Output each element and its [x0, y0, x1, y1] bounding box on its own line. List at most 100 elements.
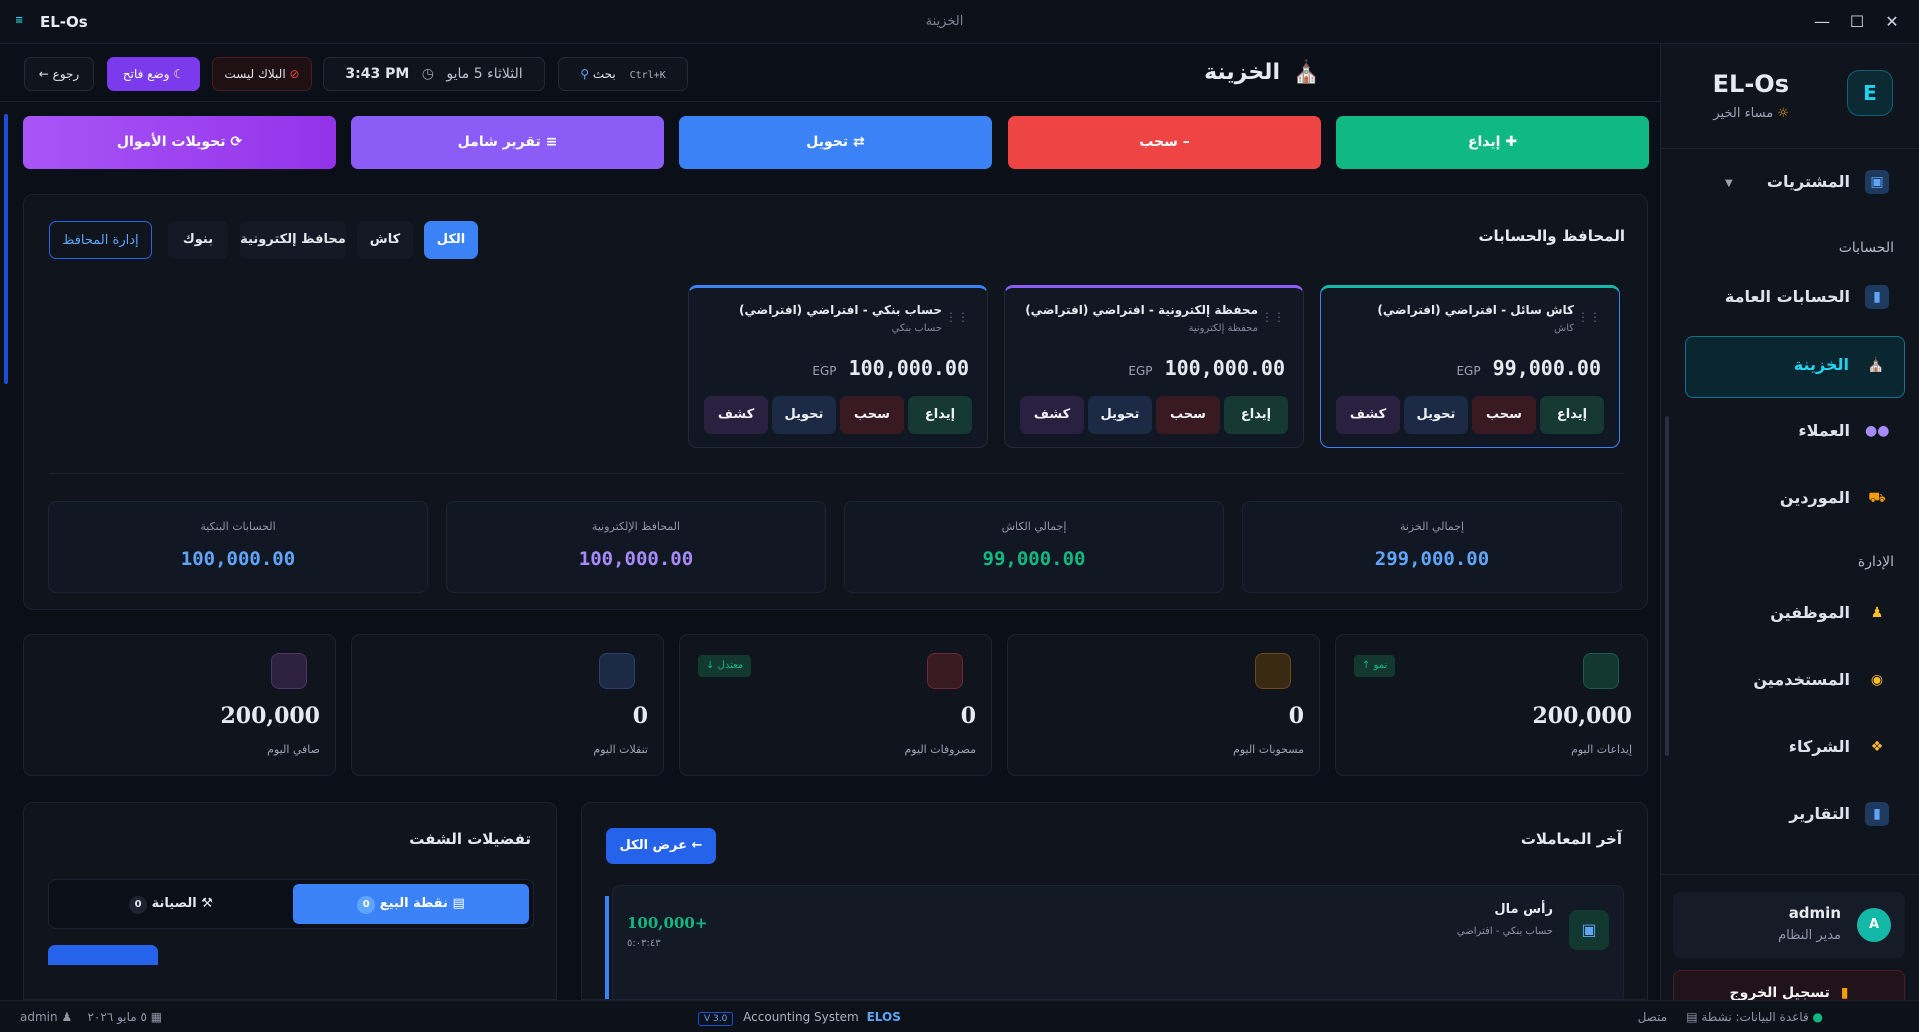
wallets-title: المحافظ والحسابات: [1478, 227, 1625, 245]
window-title: الخزينة: [925, 14, 964, 29]
filter-cash[interactable]: كاش: [357, 221, 413, 259]
wallet-transfer-button[interactable]: تحويل: [1404, 396, 1468, 434]
sidebar-item-reports[interactable]: التقارير ▮: [1685, 786, 1905, 848]
minimize-icon[interactable]: —: [1810, 11, 1834, 33]
light-mode-button[interactable]: وضع فاتح ☾: [107, 57, 200, 91]
system-info: V 3.0 Accounting System ELOS: [698, 1010, 1018, 1026]
sidebar-item-treasury[interactable]: الخزينة ⛪: [1685, 336, 1905, 398]
user-card[interactable]: admin مدير النظام A: [1673, 892, 1905, 958]
sidebar-item-users[interactable]: المستخدمين ◉: [1685, 652, 1905, 714]
user-name: admin: [1788, 904, 1841, 922]
wallet-statement-button[interactable]: كشف: [1336, 396, 1400, 434]
wallet-balance: EGP 100,000.00: [1128, 356, 1285, 380]
topbar: الخزينة ⛪ ⚲ بحث Ctrl+K 3:43 PM ◷ الثلاثا…: [0, 44, 1660, 102]
manage-wallets-button[interactable]: إدارة المحافظ: [49, 221, 152, 259]
wallet-deposit-button[interactable]: إيداع: [1540, 396, 1604, 434]
full-report-button[interactable]: تقرير شامل ≡: [351, 116, 664, 169]
wallet-withdraw-button[interactable]: سحب: [840, 396, 904, 434]
view-all-button[interactable]: عرض الكل ←: [606, 828, 716, 864]
clock-icon: ◷: [421, 66, 434, 82]
stat-card-net: 200,000 صافي اليوم: [23, 634, 336, 776]
door-icon: ▮: [1840, 985, 1849, 1001]
sidebar-item-suppliers[interactable]: الموردين ⛟: [1685, 470, 1905, 532]
filter-banks[interactable]: بنوك: [168, 221, 228, 259]
wrench-icon: ⚒: [201, 896, 213, 911]
transaction-title: رأس مال: [1494, 902, 1553, 917]
shift-tabs: 0 نقطة البيع ▤ 0 الصيانة ⚒: [48, 879, 534, 929]
sidebar-item-purchases[interactable]: ▼ المشتريات ▣: [1685, 154, 1905, 216]
user-role: مدير النظام: [1778, 928, 1841, 943]
arrow-left-icon: ←: [691, 838, 703, 853]
wallet-withdraw-button[interactable]: سحب: [1156, 396, 1220, 434]
transfer-button[interactable]: تحويل ⇄: [679, 116, 992, 169]
section-admin: الإدارة: [1857, 554, 1894, 570]
users-icon: ●●: [1865, 423, 1890, 439]
wallet-deposit-button[interactable]: إيداع: [908, 396, 972, 434]
filter-e-wallets[interactable]: محافظ إلكترونية: [240, 221, 346, 259]
divider: [1661, 874, 1919, 875]
truck-icon: ⛟: [1868, 490, 1886, 506]
deposit-icon: [1583, 653, 1619, 689]
handshake-icon: ❖: [1870, 739, 1884, 755]
search-button[interactable]: ⚲ بحث Ctrl+K: [558, 57, 688, 91]
transaction-item[interactable]: ▣ رأس مال حساب بنكي - افتراضي 100,000+ ٥…: [605, 885, 1624, 999]
expense-icon: [927, 653, 963, 689]
wallet-transfer-button[interactable]: تحويل: [772, 396, 836, 434]
app-logo: E: [1847, 70, 1893, 116]
box-icon: ▣: [1569, 910, 1609, 950]
divider: [1661, 148, 1919, 149]
shift-preferences-panel: تفضيلات الشفت 0 نقطة البيع ▤ 0 الصيانة ⚒: [23, 802, 557, 1000]
total-cash: إجمالي الكاش 99,000.00: [844, 501, 1224, 593]
drag-handle-icon[interactable]: ⋮⋮: [1577, 310, 1601, 324]
section-accounts: الحسابات: [1838, 240, 1894, 256]
wallet-card[interactable]: ⋮⋮ كاش سائل - افتراضي (افتراضي) كاش EGP …: [1320, 285, 1620, 448]
shift-action-button[interactable]: [48, 945, 158, 965]
employee-icon: ♟: [1870, 605, 1884, 621]
date-time-display: 3:43 PM ◷ الثلاثاء 5 مايو: [323, 57, 545, 91]
transaction-accent: [605, 896, 609, 999]
main-scrollbar[interactable]: [4, 114, 8, 384]
status-indicators: قاعدة البيانات: نشطة ▤ متصل ●: [1637, 1010, 1823, 1024]
sidebar-item-employees[interactable]: الموظفين ♟: [1685, 585, 1905, 647]
close-icon[interactable]: ✕: [1880, 11, 1904, 33]
wallets-section: المحافظ والحسابات الكل كاش محافظ إلكترون…: [23, 194, 1648, 610]
withdraw-button[interactable]: سحب –: [1008, 116, 1321, 169]
withdraw-icon: [1255, 653, 1291, 689]
tab-maintenance[interactable]: 0 الصيانة ⚒: [53, 884, 289, 924]
sidebar: E EL-Os مساء الخير ☼ ▼ المشتريات ▣ الحسا…: [1660, 44, 1919, 1016]
sidebar-item-customers[interactable]: العملاء ●●: [1685, 403, 1905, 465]
connected-dot-icon: ●: [1812, 1010, 1823, 1024]
wallet-card[interactable]: ⋮⋮ حساب بنكي - افتراضي (افتراضي) حساب بن…: [688, 285, 988, 448]
back-button[interactable]: ← رجوع: [24, 57, 94, 91]
money-transfers-button[interactable]: تحويلات الأموال ⟳: [23, 116, 336, 169]
tab-pos[interactable]: 0 نقطة البيع ▤: [293, 884, 529, 924]
wallet-statement-button[interactable]: كشف: [704, 396, 768, 434]
status-bar: قاعدة البيانات: نشطة ▤ متصل ● V 3.0 Acco…: [0, 1000, 1919, 1032]
wallet-card[interactable]: ⋮⋮ محفظة إلكترونية - افتراضي (افتراضي) م…: [1004, 285, 1304, 448]
wallet-statement-button[interactable]: كشف: [1020, 396, 1084, 434]
stat-card-transfers: 0 تنقلات اليوم: [351, 634, 664, 776]
recent-transactions-panel: آخر المعاملات عرض الكل ← ▣ رأس مال حساب …: [581, 802, 1648, 1000]
deposit-button[interactable]: إيداع ✚: [1336, 116, 1649, 169]
moon-icon: ☾: [173, 67, 185, 81]
database-icon: ▤: [1686, 1010, 1698, 1024]
wallet-withdraw-button[interactable]: سحب: [1472, 396, 1536, 434]
wallet-deposit-button[interactable]: إيداع: [1224, 396, 1288, 434]
bank-icon: ⛪: [1867, 357, 1885, 373]
sidebar-item-partners[interactable]: الشركاء ❖: [1685, 719, 1905, 781]
drag-handle-icon[interactable]: ⋮⋮: [945, 310, 969, 324]
sidebar-item-general-accounts[interactable]: الحسابات العامة ▮: [1685, 269, 1905, 331]
maximize-icon[interactable]: ☐: [1845, 11, 1869, 33]
minus-icon: –: [1182, 134, 1190, 150]
drag-handle-icon[interactable]: ⋮⋮: [1261, 310, 1285, 324]
transaction-account: حساب بنكي - افتراضي: [1456, 926, 1553, 937]
search-icon: ⚲: [580, 67, 590, 81]
sidebar-scrollbar[interactable]: [1665, 416, 1669, 756]
filter-all[interactable]: الكل: [424, 221, 478, 259]
status-user-date: admin ♟ ٥ مايو ٢٠٢٦ ▦: [20, 1010, 163, 1024]
wallet-transfer-button[interactable]: تحويل: [1088, 396, 1152, 434]
blacklist-button[interactable]: البلاك ليست ⊘: [212, 57, 312, 91]
net-icon: [271, 653, 307, 689]
shift-title: تفضيلات الشفت: [409, 830, 531, 848]
bank-icon: ⛪: [1292, 60, 1320, 85]
